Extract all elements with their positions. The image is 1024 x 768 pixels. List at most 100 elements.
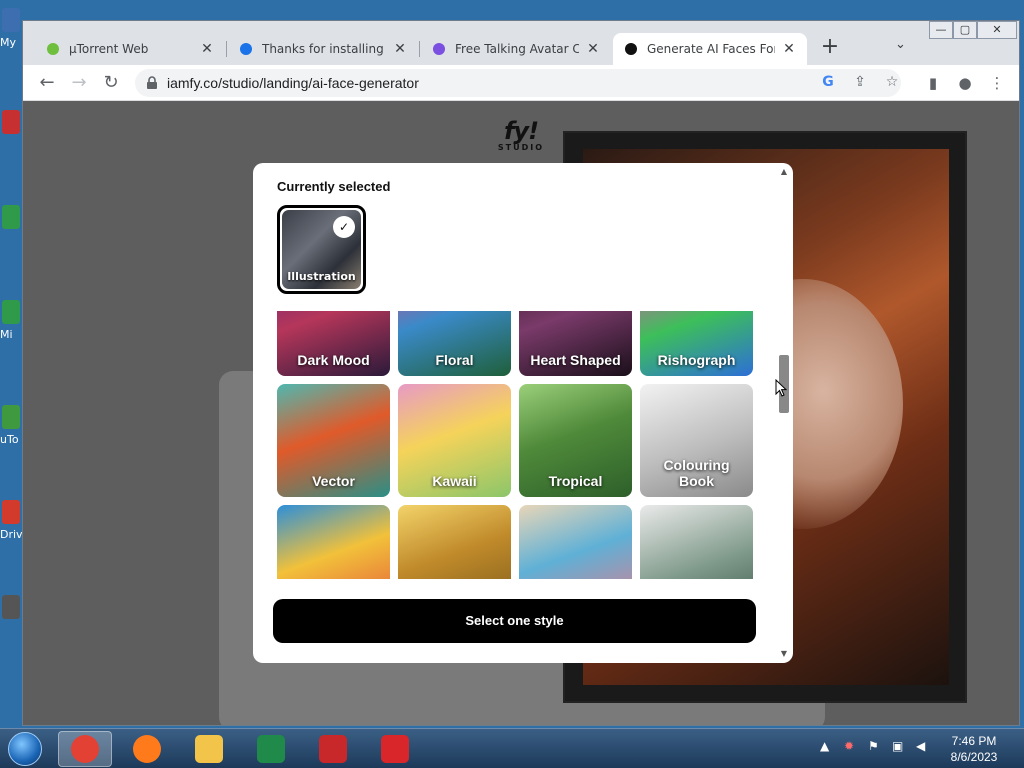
style-option-label: Tropical — [548, 473, 603, 489]
tab-title: µTorrent Web — [69, 42, 149, 56]
reload-button[interactable]: ↻ — [99, 71, 123, 95]
system-clock[interactable]: 7:46 PM 8/6/2023 — [944, 733, 1004, 765]
fyi-icon — [623, 41, 639, 57]
desktop-icon[interactable]: uTo — [0, 405, 22, 446]
desktop-icon[interactable]: Mi — [0, 300, 22, 341]
lock-icon — [147, 76, 157, 89]
scroll-down-icon[interactable]: ▼ — [779, 649, 789, 658]
network-tray-icon[interactable]: ▣ — [892, 739, 903, 753]
style-option-tile[interactable]: Pop Art — [277, 505, 390, 579]
recorder-app[interactable] — [368, 731, 422, 767]
tab-close-icon[interactable]: ✕ — [585, 41, 601, 57]
browser-toolbar: ← → ↻ iamfy.co/studio/landing/ai-face-ge… — [23, 65, 1019, 101]
style-option-tile[interactable]: Tropical — [519, 384, 632, 497]
avatar-icon — [431, 41, 447, 57]
desktop-icon[interactable] — [0, 595, 22, 635]
style-option-label: Heart Shaped — [530, 352, 621, 368]
desktop-shortcut-icon — [2, 595, 20, 619]
style-option-tile[interactable] — [640, 505, 753, 579]
style-option-tile[interactable]: Pastel — [519, 505, 632, 579]
google-lens-icon[interactable]: G — [819, 73, 837, 91]
style-option-tile[interactable]: Rishograph — [640, 311, 753, 376]
chrome-app-icon — [71, 735, 99, 763]
browser-window: µTorrent Web ✕ Thanks for installing Driv ✕… — [22, 20, 1020, 726]
desktop-shortcut-icon — [2, 205, 20, 229]
maximize-button[interactable]: ▢ — [953, 21, 977, 39]
browser-tab[interactable]: µTorrent Web ✕ — [35, 33, 225, 65]
desktop-icon-label: uTo — [0, 433, 19, 446]
menu-kebab-icon[interactable]: ⋮ — [987, 73, 1007, 93]
start-button[interactable] — [8, 732, 42, 766]
clock-time: 7:46 PM — [951, 734, 997, 748]
minimize-button[interactable]: — — [929, 21, 953, 39]
desktop-icon[interactable] — [0, 205, 22, 245]
desktop-shortcut-icon — [2, 300, 20, 324]
firefox-app-icon — [133, 735, 161, 763]
browser-tab[interactable]: Thanks for installing Driv ✕ — [228, 33, 418, 65]
browser-tab[interactable]: Free Talking Avatar Creat ✕ — [421, 33, 611, 65]
browser-tab[interactable]: Generate AI Faces For F ✕ — [613, 33, 807, 65]
tab-close-icon[interactable]: ✕ — [392, 41, 408, 57]
scroll-up-icon[interactable]: ▲ — [779, 167, 789, 176]
style-option-tile[interactable]: Vector — [277, 384, 390, 497]
tab-search-button[interactable]: ⌄ — [895, 37, 906, 52]
style-option-label: Rishograph — [657, 352, 736, 368]
address-bar[interactable]: iamfy.co/studio/landing/ai-face-generato… — [135, 69, 901, 97]
desktop-icon-label: Mi — [0, 328, 13, 341]
close-window-button[interactable]: ✕ — [977, 21, 1017, 39]
tray-expand-icon[interactable]: ▲ — [820, 739, 829, 753]
desktop-shortcut-icon — [2, 110, 20, 134]
side-panel-icon[interactable]: ▮ — [923, 73, 943, 93]
style-option-tile[interactable]: Kawaii — [398, 384, 511, 497]
green-app-icon — [257, 735, 285, 763]
tab-close-icon[interactable]: ✕ — [199, 41, 215, 57]
desktop-shortcut-icon — [2, 8, 20, 32]
select-style-button[interactable]: Select one style — [273, 599, 756, 643]
desktop-icon-label: Driv — [0, 528, 22, 541]
utorrent-icon — [45, 41, 61, 57]
bookmark-star-icon[interactable]: ☆ — [883, 73, 901, 91]
currently-selected-heading: Currently selected — [277, 179, 391, 194]
style-grid: Dark Mood Floral Heart Shaped Rishograph Vec… — [277, 311, 753, 579]
style-picker-modal: Currently selected ✓ Illustration Dark M… — [253, 163, 793, 663]
desktop-shortcut-icon — [2, 500, 20, 524]
forward-button[interactable]: → — [67, 71, 91, 95]
share-icon[interactable]: ⇪ — [851, 73, 869, 91]
tab-title: Generate AI Faces For F — [647, 42, 775, 56]
new-tab-button[interactable]: + — [818, 35, 842, 59]
explorer-app[interactable] — [182, 731, 236, 767]
style-option-label: Vector — [312, 473, 355, 489]
style-option-tile[interactable]: Heart Shaped — [519, 311, 632, 376]
fyi-studio-logo: fy! STUDIO — [497, 117, 545, 152]
chrome-app[interactable] — [58, 731, 112, 767]
desktop-shortcut-icon — [2, 405, 20, 429]
selected-style-label: Illustration — [287, 270, 356, 283]
desktop-icon[interactable]: My — [0, 8, 22, 49]
flag-tray-icon[interactable]: ⚑ — [868, 739, 879, 753]
desktop-icon[interactable] — [0, 110, 22, 150]
url-text: iamfy.co/studio/landing/ai-face-generato… — [167, 75, 419, 91]
style-option-label: Colouring Book — [663, 457, 730, 489]
desktop-icon-label: My — [0, 36, 17, 49]
modal-scrollbar[interactable]: ▲ ▼ — [777, 163, 791, 663]
style-option-tile[interactable]: Colouring Book — [640, 384, 753, 497]
desktop-icon[interactable]: Driv — [0, 500, 22, 541]
checkmark-icon: ✓ — [333, 216, 355, 238]
red-gear-app-icon — [319, 735, 347, 763]
firefox-app[interactable] — [120, 731, 174, 767]
driver-icon — [238, 41, 254, 57]
style-option-tile[interactable]: Summer — [398, 505, 511, 579]
profile-icon[interactable]: ● — [955, 73, 975, 93]
back-button[interactable]: ← — [35, 71, 59, 95]
style-option-tile[interactable]: Floral — [398, 311, 511, 376]
selected-style-card[interactable]: ✓ Illustration — [277, 205, 366, 294]
style-option-label: Kawaii — [432, 473, 477, 489]
volume-tray-icon[interactable]: ◀ — [916, 739, 925, 753]
green-app[interactable] — [244, 731, 298, 767]
tab-close-icon[interactable]: ✕ — [781, 41, 797, 57]
style-option-tile[interactable]: Dark Mood — [277, 311, 390, 376]
explorer-app-icon — [195, 735, 223, 763]
red-gear-app[interactable] — [306, 731, 360, 767]
page-viewport: fy! STUDIO Currently selected ✓ Illustra… — [23, 101, 1019, 725]
security-tray-icon[interactable]: ✹ — [844, 739, 854, 753]
